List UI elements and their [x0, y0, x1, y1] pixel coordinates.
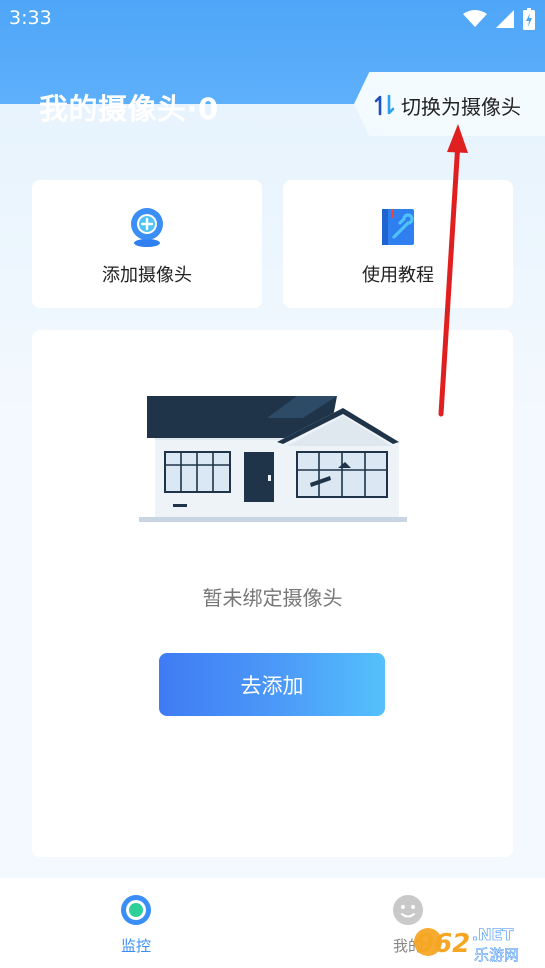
svg-text:乐游网: 乐游网	[474, 946, 519, 964]
switch-to-camera-button[interactable]: 切换为摄像头	[354, 72, 545, 136]
switch-arrows-icon	[374, 94, 395, 116]
signal-icon	[496, 10, 514, 28]
wifi-icon	[463, 10, 487, 27]
svg-text:.NET: .NET	[472, 925, 513, 944]
house-illustration	[139, 396, 407, 522]
tutorial-book-icon	[382, 209, 414, 245]
status-time: 3:33	[9, 7, 52, 29]
tab-monitor-label: 监控	[120, 937, 151, 955]
monitor-tab-icon	[121, 895, 151, 925]
svg-text:962: 962	[416, 929, 470, 959]
empty-state-message: 暂未绑定摄像头	[202, 586, 343, 610]
watermark-logo: 962 .NET 乐游网	[414, 925, 519, 964]
page-title: 我的摄像头·0	[39, 92, 219, 126]
tutorial-card[interactable]: 使用教程	[283, 180, 513, 308]
go-add-button[interactable]: 去添加	[159, 653, 385, 716]
tutorial-label: 使用教程	[362, 265, 434, 286]
tab-monitor[interactable]: 监控	[96, 893, 176, 956]
add-camera-card[interactable]: 添加摄像头	[32, 180, 262, 308]
switch-label: 切换为摄像头	[401, 95, 521, 119]
status-bar: 3:33	[0, 0, 545, 38]
status-icons	[463, 8, 535, 30]
battery-icon	[523, 8, 535, 30]
empty-state-card: 暂未绑定摄像头 去添加	[32, 330, 513, 857]
add-camera-label: 添加摄像头	[102, 265, 192, 286]
watermark: 962 .NET 乐游网	[410, 918, 545, 964]
add-camera-icon	[131, 208, 163, 247]
